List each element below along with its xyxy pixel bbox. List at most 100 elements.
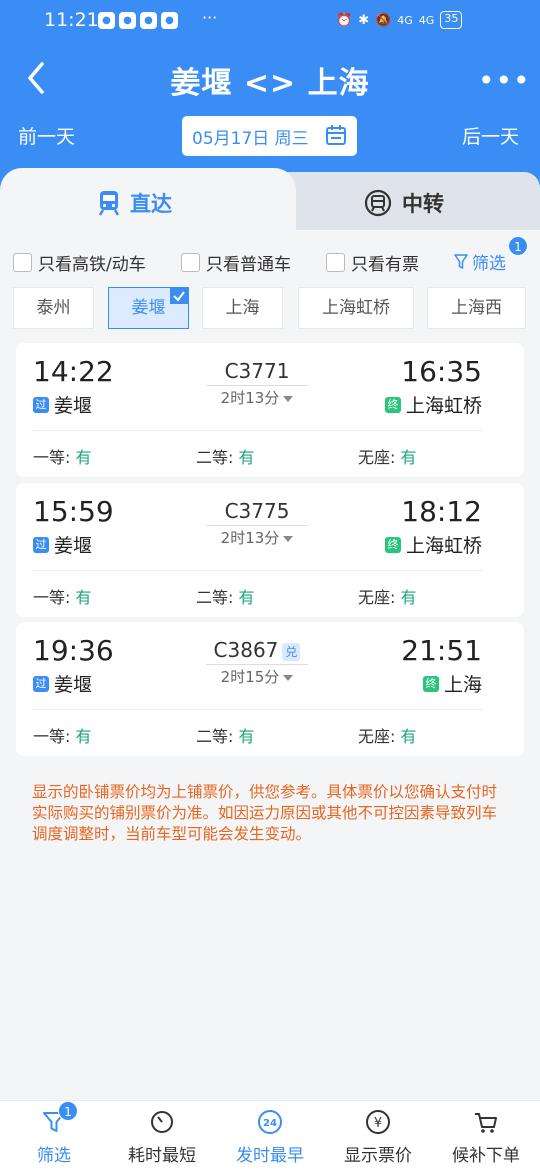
arrival-station: 终 上海虹桥 <box>384 531 482 558</box>
yen-icon: ¥ <box>366 1110 390 1134</box>
seat-availability: 有 <box>400 448 417 467</box>
seat-availability: 有 <box>238 588 255 607</box>
arrival-station: 终 上海 <box>422 670 482 697</box>
notification-icon: ● <box>161 12 178 29</box>
more-icon[interactable]: ••• <box>478 64 531 97</box>
train-code-divider <box>206 525 308 526</box>
waitlist-button[interactable]: 候补下单 <box>432 1101 540 1170</box>
departure-time: 15:59 <box>33 495 114 528</box>
station-chip-selected[interactable]: 姜堰 <box>108 287 189 329</box>
filter-highspeed-checkbox[interactable]: 只看高铁/动车 <box>13 250 146 275</box>
train-code: C3867 兑 <box>206 638 308 662</box>
terminal-tag: 终 <box>384 396 401 413</box>
notification-icon: ● <box>119 12 136 29</box>
system-icons: ⏰ ✱ 🔕 4G 4G 35 <box>336 11 463 29</box>
terminal-tag: 终 <box>422 675 439 692</box>
station-chip[interactable]: 上海虹桥 <box>298 287 414 329</box>
divider <box>33 430 482 431</box>
train-code-label: C3867 <box>213 638 279 662</box>
show-price-button[interactable]: ¥ 显示票价 <box>324 1101 432 1170</box>
date-bar: 前一天 05月17日 周三 后一天 <box>0 116 540 156</box>
tab-bar: 中转 直达 <box>0 168 540 230</box>
filter-button[interactable]: 筛选 <box>454 249 506 274</box>
filter-count-badge: 1 <box>58 1101 78 1121</box>
caret-down-icon <box>283 395 294 402</box>
arrival-time: 18:12 <box>401 495 482 528</box>
duration[interactable]: 2时15分 <box>206 666 308 687</box>
filter-button-label: 筛选 <box>472 254 506 274</box>
more-notifications-icon: ··· <box>202 8 218 27</box>
quick-filters: 只看高铁/动车 只看普通车 只看有票 筛选 1 <box>0 236 540 276</box>
departure-station: 过 姜堰 <box>33 531 92 558</box>
seat-label: 无座: <box>358 448 396 467</box>
duration[interactable]: 2时13分 <box>206 387 308 408</box>
caret-down-icon <box>283 674 294 681</box>
station-chip[interactable]: 上海西 <box>427 287 526 329</box>
alarm-icon: ⏰ <box>336 12 353 28</box>
seat-availability: 有 <box>75 727 92 746</box>
seat-availability: 有 <box>400 727 417 746</box>
departure-station-label: 姜堰 <box>54 395 93 417</box>
pass-tag: 过 <box>33 536 49 553</box>
clock-24-icon: 24 <box>258 1110 282 1134</box>
prev-day-button[interactable]: 前一天 <box>18 122 75 149</box>
filter-available-checkbox[interactable]: 只看有票 <box>326 250 419 275</box>
departure-station-label: 姜堰 <box>54 674 93 696</box>
arrival-station-label: 上海虹桥 <box>405 535 482 557</box>
seat-label: 无座: <box>358 727 396 746</box>
duration[interactable]: 2时13分 <box>206 527 308 548</box>
redeem-badge: 兑 <box>282 642 301 661</box>
mute-icon: 🔕 <box>375 12 392 28</box>
seat-availability: 有 <box>238 448 255 467</box>
duration-label: 2时15分 <box>220 668 280 686</box>
pass-tag: 过 <box>33 675 49 692</box>
filter-regular-checkbox[interactable]: 只看普通车 <box>181 250 291 275</box>
signal-icon: 4G <box>418 13 435 27</box>
station-chip[interactable]: 泰州 <box>13 287 94 329</box>
filter-count-badge: 1 <box>508 236 528 256</box>
filter-tab-button[interactable]: 1 筛选 <box>0 1101 108 1170</box>
seat-first-class: 一等: 有 <box>33 723 92 747</box>
train-card[interactable]: 14:22 过 姜堰 C3771 2时13分 16:35 终 上海虹桥 一等: … <box>16 343 524 477</box>
date-picker[interactable]: 05月17日 周三 <box>182 116 357 156</box>
seat-label: 一等: <box>33 588 71 607</box>
seat-availability: 有 <box>238 727 255 746</box>
seat-standing: 无座: 有 <box>358 584 417 608</box>
seat-label: 二等: <box>196 727 234 746</box>
station-chip[interactable]: 上海 <box>202 287 283 329</box>
pass-tag: 过 <box>33 396 49 413</box>
notification-icon: ● <box>98 12 115 29</box>
station-chip-label: 姜堰 <box>131 298 166 318</box>
seat-label: 二等: <box>196 448 234 467</box>
sort-earliest-button[interactable]: 24 发时最早 <box>216 1101 324 1170</box>
tab-direct[interactable]: 直达 <box>0 168 296 230</box>
seat-label: 无座: <box>358 588 396 607</box>
sort-earliest-label: 发时最早 <box>236 1146 304 1166</box>
seat-label: 二等: <box>196 588 234 607</box>
transfer-train-icon <box>364 189 392 217</box>
seat-label: 一等: <box>33 727 71 746</box>
check-icon <box>170 288 188 304</box>
show-price-label: 显示票价 <box>344 1146 412 1166</box>
bluetooth-icon: ✱ <box>358 12 370 28</box>
battery-icon: 35 <box>440 11 463 29</box>
checkbox-box <box>326 253 345 272</box>
nav-bar: 姜堰 <> 上海 ••• <box>0 48 540 108</box>
seat-first-class: 一等: 有 <box>33 444 92 468</box>
seat-second-class: 二等: 有 <box>196 444 255 468</box>
next-day-button[interactable]: 后一天 <box>462 122 519 149</box>
train-card[interactable]: 19:36 过 姜堰 C3867 兑 2时15分 21:51 终 上海 一等: 有… <box>16 622 524 756</box>
seat-standing: 无座: 有 <box>358 444 417 468</box>
sort-shortest-button[interactable]: 耗时最短 <box>108 1101 216 1170</box>
train-card[interactable]: 15:59 过 姜堰 C3775 2时13分 18:12 终 上海虹桥 一等: … <box>16 483 524 617</box>
divider <box>33 709 482 710</box>
seat-availability: 有 <box>75 448 92 467</box>
tab-transfer-label: 中转 <box>402 192 444 216</box>
clock-24-text: 24 <box>263 1118 277 1129</box>
divider <box>33 570 482 571</box>
arrival-time: 21:51 <box>401 634 482 667</box>
notification-icons: ● ● ● ● <box>98 12 178 29</box>
tab-transfer[interactable]: 中转 <box>270 172 540 230</box>
seat-second-class: 二等: 有 <box>196 723 255 747</box>
signal-icon: 4G <box>397 13 413 27</box>
